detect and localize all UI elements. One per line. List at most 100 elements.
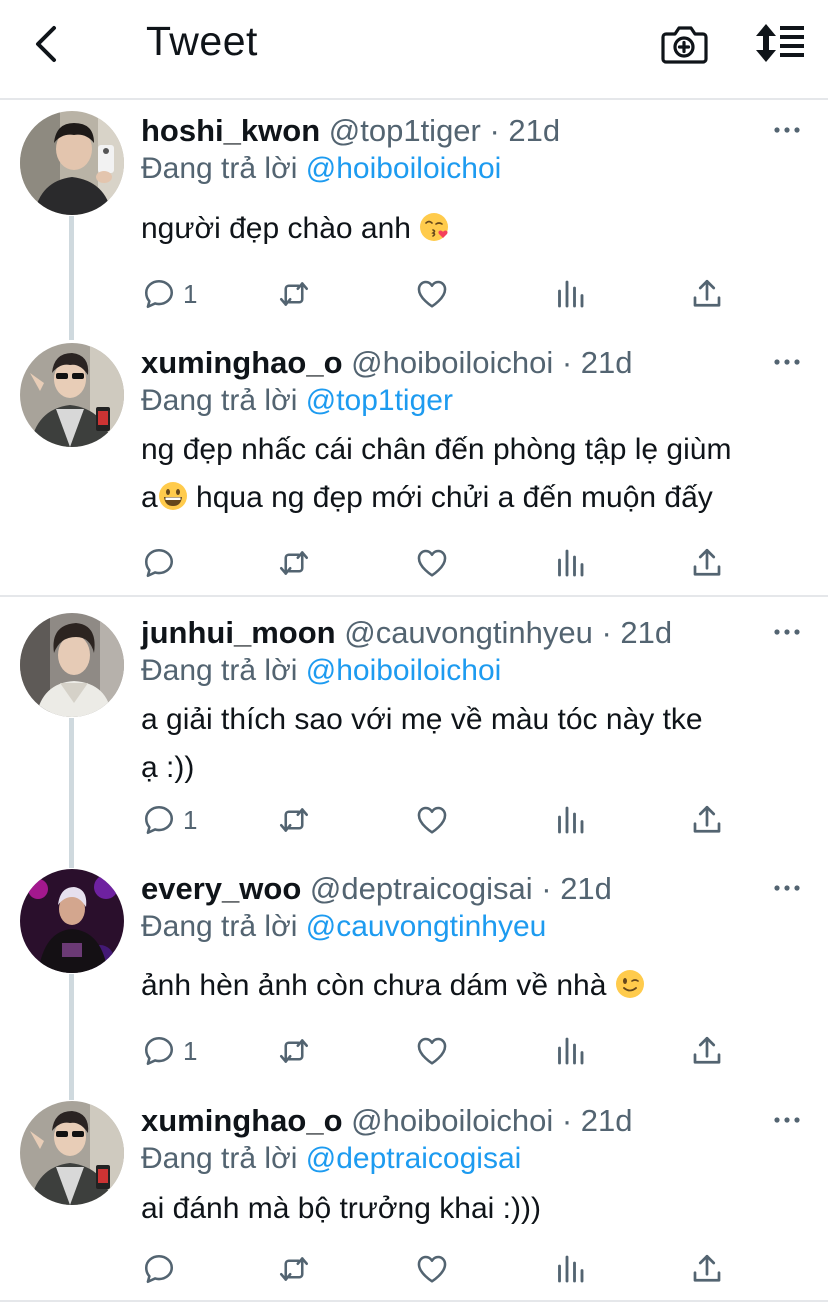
like-button[interactable] xyxy=(414,800,450,840)
view-analytics-button[interactable] xyxy=(552,1249,588,1289)
view-analytics-button[interactable] xyxy=(552,800,588,840)
more-dots-icon xyxy=(772,120,802,140)
user-photo-icon xyxy=(20,343,124,447)
sort-replies-button[interactable] xyxy=(752,20,806,66)
retweet-icon xyxy=(276,545,312,581)
view-analytics-button[interactable] xyxy=(552,274,588,314)
mention-link[interactable]: @hoiboiloichoi xyxy=(306,152,502,185)
tweet-actions: 1 xyxy=(141,800,741,840)
like-button[interactable] xyxy=(414,274,450,314)
heart-icon xyxy=(414,276,450,312)
reply-button[interactable]: 1 xyxy=(141,1031,197,1071)
display-name[interactable]: xuminghao_o xyxy=(141,1103,343,1138)
camera-button[interactable] xyxy=(660,20,708,66)
reply-button[interactable]: 1 xyxy=(141,800,197,840)
reply-count: 1 xyxy=(183,278,198,309)
retweet-button[interactable] xyxy=(276,274,312,314)
heart-icon xyxy=(414,1251,450,1287)
replying-to: Đang trả lời @cauvongtinhyeu xyxy=(141,907,546,947)
reply-icon xyxy=(141,802,177,838)
retweet-button[interactable] xyxy=(276,543,312,583)
tweet-text: ng đẹp nhấc cái chân đến phòng tập lẹ gi… xyxy=(141,426,816,522)
tweet-text-fragment: a xyxy=(141,481,158,514)
tweet-text-line: người đẹp chào anh xyxy=(141,212,411,245)
view-analytics-button[interactable] xyxy=(552,1031,588,1071)
display-name[interactable]: junhui_moon xyxy=(141,615,336,650)
retweet-button[interactable] xyxy=(276,1249,312,1289)
user-photo-icon xyxy=(20,613,124,717)
share-icon xyxy=(689,1251,725,1287)
replying-to: Đang trả lời @hoiboiloichoi xyxy=(141,651,501,691)
retweet-button[interactable] xyxy=(276,800,312,840)
tweet-text-line: ạ :)) xyxy=(141,751,195,784)
reply-button[interactable]: 1 xyxy=(141,274,197,314)
chevron-left-icon xyxy=(36,26,56,62)
sort-icon xyxy=(756,24,804,62)
mention-link[interactable]: @hoiboiloichoi xyxy=(306,654,502,687)
share-icon xyxy=(689,545,725,581)
avatar[interactable] xyxy=(20,869,124,973)
display-name[interactable]: xuminghao_o xyxy=(141,345,343,380)
handle-and-time: @hoiboiloichoi · 21d xyxy=(351,1103,633,1138)
reply-count: 1 xyxy=(183,804,198,835)
grinning-face-emoji-icon xyxy=(158,482,187,510)
handle-and-time: @top1tiger · 21d xyxy=(328,113,561,148)
share-icon xyxy=(689,1033,725,1069)
more-options-button[interactable] xyxy=(772,622,802,642)
thread-connector-line xyxy=(69,974,74,1100)
analytics-icon xyxy=(552,1251,588,1287)
replying-to-label: Đang trả lời xyxy=(141,1142,298,1175)
share-button[interactable] xyxy=(689,800,725,840)
avatar[interactable] xyxy=(20,1101,124,1205)
tweet-text: ai đánh mà bộ trưởng khai :))) xyxy=(141,1185,811,1233)
more-dots-icon xyxy=(772,622,802,642)
winking-face-emoji-icon xyxy=(615,970,644,998)
page-title: Tweet xyxy=(146,18,258,64)
like-button[interactable] xyxy=(414,1031,450,1071)
avatar[interactable] xyxy=(20,613,124,717)
reply-button[interactable] xyxy=(141,1249,177,1289)
reply-button[interactable] xyxy=(141,543,177,583)
more-options-button[interactable] xyxy=(772,1110,802,1130)
share-button[interactable] xyxy=(689,543,725,583)
more-options-button[interactable] xyxy=(772,120,802,140)
retweet-icon xyxy=(276,1033,312,1069)
avatar[interactable] xyxy=(20,343,124,447)
tweet-text: ảnh hèn ảnh còn chưa dám về nhà xyxy=(141,962,811,1010)
display-name[interactable]: every_woo xyxy=(141,871,301,906)
thread-connector-line xyxy=(69,216,74,340)
share-icon xyxy=(689,802,725,838)
tweet-text-line: a giải thích sao với mẹ về màu tóc này t… xyxy=(141,703,703,736)
share-button[interactable] xyxy=(689,1031,725,1071)
retweet-button[interactable] xyxy=(276,1031,312,1071)
heart-icon xyxy=(414,1033,450,1069)
tweet-text-line: ai đánh mà bộ trưởng khai :))) xyxy=(141,1192,541,1225)
back-button[interactable] xyxy=(28,22,68,66)
retweet-icon xyxy=(276,276,312,312)
view-analytics-button[interactable] xyxy=(552,543,588,583)
more-dots-icon xyxy=(772,352,802,372)
tweet-actions: 1 xyxy=(141,274,741,314)
retweet-icon xyxy=(276,802,312,838)
more-dots-icon xyxy=(772,1110,802,1130)
mention-link[interactable]: @deptraicogisai xyxy=(306,1142,522,1175)
tweet-text-fragment: hqua ng đẹp mới chửi a đến muộn đấy xyxy=(187,481,713,514)
mention-link[interactable]: @top1tiger xyxy=(306,384,453,417)
replying-to: Đang trả lời @top1tiger xyxy=(141,381,453,421)
more-options-button[interactable] xyxy=(772,878,802,898)
avatar[interactable] xyxy=(20,111,124,215)
display-name[interactable]: hoshi_kwon xyxy=(141,113,320,148)
replying-to: Đang trả lời @deptraicogisai xyxy=(141,1139,521,1179)
tweet-text-line: ng đẹp nhấc cái chân đến phòng tập lẹ gi… xyxy=(141,433,732,466)
more-options-button[interactable] xyxy=(772,352,802,372)
like-button[interactable] xyxy=(414,543,450,583)
camera-plus-icon xyxy=(661,26,708,64)
reply-icon xyxy=(141,276,177,312)
share-button[interactable] xyxy=(689,1249,725,1289)
analytics-icon xyxy=(552,1033,588,1069)
replying-to-label: Đang trả lời xyxy=(141,910,298,943)
like-button[interactable] xyxy=(414,1249,450,1289)
mention-link[interactable]: @cauvongtinhyeu xyxy=(306,910,547,943)
share-button[interactable] xyxy=(689,274,725,314)
kissing-face-emoji-icon xyxy=(420,213,449,241)
